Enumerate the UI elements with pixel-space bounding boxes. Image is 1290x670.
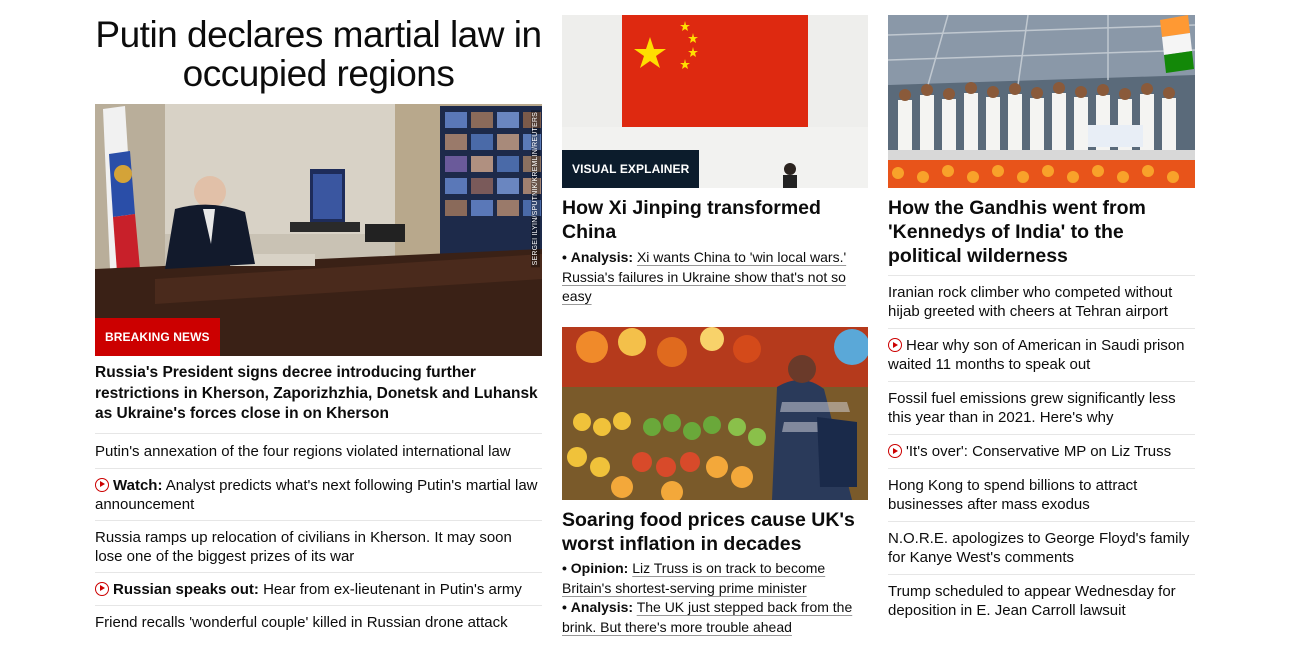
sub-prefix: Analysis: <box>570 599 634 615</box>
list-item[interactable]: Iranian rock climber who competed withou… <box>888 275 1195 328</box>
link-prefix: Russian speaks out: <box>113 580 259 598</box>
link-text[interactable]: Trump scheduled to appear Wednesday for … <box>888 583 1176 619</box>
sub-prefix: Analysis: <box>570 249 634 265</box>
bullet: • <box>562 599 567 615</box>
play-video-icon <box>95 581 109 596</box>
link-text[interactable]: Iranian rock climber who competed withou… <box>888 284 1172 320</box>
link-text[interactable]: Hear from ex-lieutenant in Putin's army <box>263 581 522 598</box>
bullet: • <box>562 249 567 265</box>
sub-prefix: Opinion: <box>570 560 629 576</box>
food-story-subs: • Opinion: Liz Truss is on track to beco… <box>562 559 868 637</box>
list-item[interactable]: Putin's annexation of the four regions v… <box>95 432 542 468</box>
food-story-sub[interactable]: • Opinion: Liz Truss is on track to beco… <box>562 559 868 598</box>
lead-related-links: Putin's annexation of the four regions v… <box>95 432 542 638</box>
link-prefix: Watch: <box>113 476 163 494</box>
food-story-sub[interactable]: • Analysis: The UK just stepped back fro… <box>562 598 868 637</box>
link-text[interactable]: Fossil fuel emissions grew significantly… <box>888 390 1176 426</box>
play-video-icon <box>888 444 902 458</box>
list-item[interactable]: Fossil fuel emissions grew significantly… <box>888 381 1195 434</box>
lead-column: Putin declares martial law in occupied r… <box>95 0 542 638</box>
lead-image[interactable]: SERGEI ILYIN/SPUTNIK/KREMLIN/REUTERS BRE… <box>95 104 542 356</box>
list-item[interactable]: Russian speaks out: Hear from ex-lieuten… <box>95 571 542 605</box>
gandhi-story-image[interactable] <box>888 15 1195 188</box>
list-item[interactable]: Hong Kong to spend billions to attract b… <box>888 468 1195 521</box>
list-item[interactable]: Friend recalls 'wonderful couple' killed… <box>95 604 542 638</box>
list-item[interactable]: N.O.R.E. apologizes to George Floyd's fa… <box>888 521 1195 574</box>
play-video-icon <box>95 477 109 492</box>
xi-story-sub[interactable]: • Analysis: Xi wants China to 'win local… <box>562 248 868 307</box>
xi-story-image[interactable]: VISUAL EXPLAINER <box>562 15 868 188</box>
lead-headline[interactable]: Putin declares martial law in occupied r… <box>95 15 542 93</box>
link-text[interactable]: Putin's annexation of the four regions v… <box>95 443 511 460</box>
play-video-icon <box>888 338 902 352</box>
xi-story-title[interactable]: How Xi Jinping transformed China <box>562 196 868 244</box>
food-story-image[interactable] <box>562 327 868 500</box>
bullet: • <box>562 560 567 576</box>
link-text[interactable]: Hear why son of American in Saudi prison… <box>888 337 1184 373</box>
link-text[interactable]: Analyst predicts what's next following P… <box>95 477 538 513</box>
list-item[interactable]: Russia ramps up relocation of civilians … <box>95 519 542 572</box>
list-item[interactable]: Hear why son of American in Saudi prison… <box>888 328 1195 381</box>
right-related-links: Iranian rock climber who competed withou… <box>888 275 1195 627</box>
rally-photo <box>888 15 1195 188</box>
list-item[interactable]: Trump scheduled to appear Wednesday for … <box>888 574 1195 627</box>
link-text[interactable]: Friend recalls 'wonderful couple' killed… <box>95 614 508 631</box>
right-column: How the Gandhis went from 'Kennedys of I… <box>888 0 1195 627</box>
list-item[interactable]: Watch: Analyst predicts what's next foll… <box>95 467 542 520</box>
link-text[interactable]: N.O.R.E. apologizes to George Floyd's fa… <box>888 530 1189 566</box>
lead-story-title[interactable]: Russia's President signs decree introduc… <box>95 363 542 425</box>
list-item[interactable]: 'It's over': Conservative MP on Liz Trus… <box>888 434 1195 468</box>
link-text[interactable]: 'It's over': Conservative MP on Liz Trus… <box>906 443 1171 460</box>
link-text[interactable]: Russia ramps up relocation of civilians … <box>95 529 512 565</box>
image-credit: SERGEI ILYIN/SPUTNIK/KREMLIN/REUTERS <box>531 110 540 268</box>
food-story-title[interactable]: Soaring food prices cause UK's worst inf… <box>562 508 872 556</box>
visual-explainer-badge: VISUAL EXPLAINER <box>562 150 700 188</box>
gandhi-story-title[interactable]: How the Gandhis went from 'Kennedys of I… <box>888 196 1195 268</box>
center-column: VISUAL EXPLAINER How Xi Jinping transfor… <box>562 0 868 635</box>
breaking-news-badge: BREAKING NEWS <box>95 318 220 356</box>
market-produce-photo <box>562 327 868 500</box>
link-text[interactable]: Hong Kong to spend billions to attract b… <box>888 477 1137 513</box>
